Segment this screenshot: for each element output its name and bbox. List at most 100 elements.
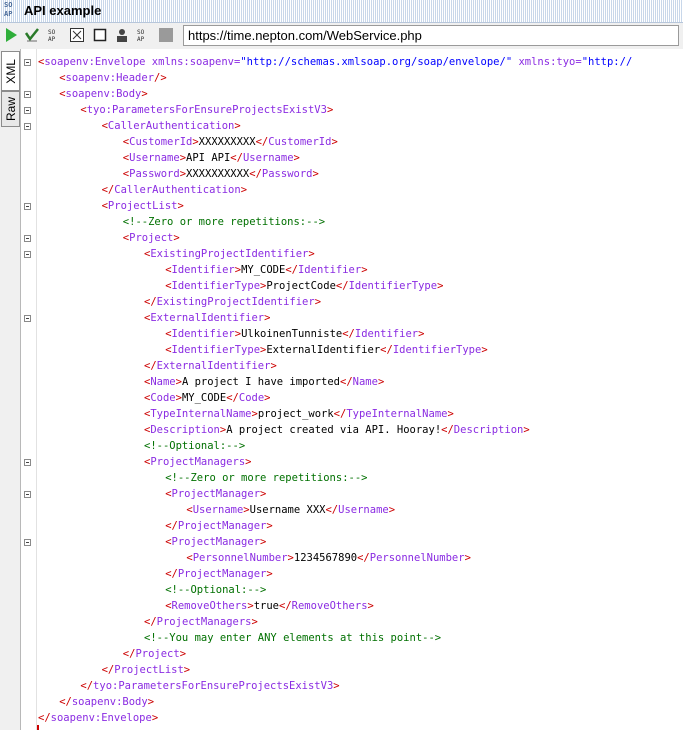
fold-toggle-icon[interactable] <box>24 539 31 546</box>
xml-bracket: </ <box>165 520 178 532</box>
code-line: <Identifier>MY_CODE</Identifier> <box>165 262 367 278</box>
run-icon[interactable] <box>3 27 19 43</box>
xml-tag-name: ProjectManager <box>171 536 261 548</box>
xml-bracket: > <box>270 360 277 372</box>
xml-tag-name: CallerAuthentication <box>107 120 235 132</box>
code-line: </ExternalIdentifier> <box>144 358 277 374</box>
xml-bracket: > <box>388 504 396 516</box>
fold-toggle-icon[interactable] <box>24 251 31 258</box>
code-line: </ProjectManager> <box>165 518 273 534</box>
xml-bracket: </ <box>165 568 178 580</box>
code-line: <Identifier>UlkoinenTunniste</Identifier… <box>165 326 424 342</box>
xml-bracket: </ <box>342 328 355 340</box>
tab-xml[interactable]: XML <box>1 51 20 91</box>
xml-tag-name: soapenv:Body <box>65 88 142 100</box>
xml-bracket: > <box>437 280 444 292</box>
xml-tag-name: ProjectManagers <box>150 456 246 468</box>
xml-bracket: > <box>147 696 155 708</box>
soap-envelope-icon[interactable]: SO AP <box>47 27 63 43</box>
xml-bracket: </ <box>325 504 339 516</box>
endpoint-url-field[interactable] <box>183 25 682 46</box>
xml-tag-name: Identifier <box>171 328 235 340</box>
tab-raw[interactable]: Raw <box>1 91 20 127</box>
xml-tag-name: ProjectList <box>107 200 178 212</box>
fold-gutter <box>21 49 34 730</box>
code-line: <!--Optional:--> <box>165 582 266 598</box>
xml-text-value: Username XXX <box>249 504 326 516</box>
xml-text-value: XXXXXXXXXX <box>186 168 250 180</box>
xml-bracket: > <box>245 456 252 468</box>
xml-tag-name: IdentifierType <box>348 280 438 292</box>
xml-bracket: > <box>308 248 315 260</box>
xml-bracket: </ <box>441 424 454 436</box>
tab-raw-label: Raw <box>3 96 18 121</box>
xml-bracket: </ <box>101 664 115 676</box>
code-line: <Description>A project created via API. … <box>144 422 530 438</box>
xml-tag-name: soapenv:Header <box>65 72 155 84</box>
xml-bracket: > <box>240 184 248 196</box>
xml-text-value: A project I have imported <box>181 376 340 388</box>
xml-text-value: ExternalIdentifier <box>266 344 381 356</box>
xml-bracket: > <box>464 552 471 564</box>
validate-icon[interactable] <box>24 27 40 43</box>
fold-toggle-icon[interactable] <box>24 203 31 210</box>
fold-toggle-icon[interactable] <box>24 59 31 66</box>
xml-tag-name: Username <box>338 504 389 516</box>
layout-icon[interactable] <box>69 27 85 43</box>
xml-tag-name: ExternalIdentifier <box>156 360 271 372</box>
xml-tag-name: Password <box>129 168 180 180</box>
gray-block-icon[interactable] <box>158 27 174 43</box>
xml-text-value: UlkoinenTunniste <box>241 328 343 340</box>
fold-toggle-icon[interactable] <box>24 315 31 322</box>
xml-tag-name: ExternalIdentifier <box>150 312 265 324</box>
xml-text-value: MY_CODE <box>181 392 227 404</box>
xml-bracket: </ <box>38 712 51 724</box>
xml-tag-name: ProjectManagers <box>156 616 252 628</box>
xml-tag-name: Project <box>135 648 180 660</box>
xml-tag-name: ProjectManager <box>177 520 267 532</box>
xml-text-value: MY_CODE <box>241 264 286 276</box>
xml-tag-name: Project <box>129 232 174 244</box>
xml-bracket: </ <box>101 184 115 196</box>
xml-bracket: > <box>179 648 187 660</box>
xml-bracket: > <box>447 408 454 420</box>
code-line: <Password>XXXXXXXXXX</Password> <box>123 166 319 182</box>
xml-tag-name: soapenv:Body <box>71 696 148 708</box>
xml-bracket: </ <box>357 552 370 564</box>
stop-icon[interactable] <box>92 27 108 43</box>
xml-bracket: </ <box>255 136 269 148</box>
auth-icon[interactable] <box>114 27 130 43</box>
code-line: <soapenv:Body> <box>59 86 148 102</box>
fold-toggle-icon[interactable] <box>24 235 31 242</box>
fold-toggle-icon[interactable] <box>24 123 31 130</box>
xml-tag-name: IdentifierType <box>171 344 261 356</box>
xml-tag-name: TypeInternalName <box>150 408 252 420</box>
code-line: <ExternalIdentifier> <box>144 310 270 326</box>
fold-toggle-icon[interactable] <box>24 91 31 98</box>
xml-editor[interactable]: <soapenv:Envelope xmlns:soapenv="http://… <box>21 49 683 730</box>
xml-tag-name: ProjectList <box>114 664 184 676</box>
code-line: <soapenv:Header/> <box>59 70 167 86</box>
xml-bracket: > <box>314 296 322 308</box>
code-line: </ProjectList> <box>102 662 191 678</box>
code-line: <!--Zero or more repetitions:--> <box>123 214 325 230</box>
fold-toggle-icon[interactable] <box>24 491 31 498</box>
xml-tag-name: RemoveOthers <box>291 600 368 612</box>
fold-toggle-icon[interactable] <box>24 459 31 466</box>
xml-tag-name: Name <box>150 376 176 388</box>
xml-bracket: > <box>151 712 159 724</box>
xml-tag-name: Description <box>453 424 524 436</box>
xml-bracket: </ <box>380 344 393 356</box>
code-line: <Username>Username XXX</Username> <box>186 502 395 518</box>
xml-tag-name: Code <box>238 392 265 404</box>
xml-tag-name: IdentifierType <box>392 344 482 356</box>
xml-tag-name: ExistingProjectIdentifier <box>156 296 315 308</box>
endpoint-url-input[interactable] <box>184 26 682 45</box>
soap-settings-icon[interactable]: SO AP <box>136 27 152 43</box>
code-line: <tyo:ParametersForEnsureProjectsExistV3> <box>80 102 333 118</box>
side-tab-strip: XML Raw <box>0 49 21 730</box>
xml-bracket: </ <box>144 360 157 372</box>
code-line: <Code>MY_CODE</Code> <box>144 390 271 406</box>
fold-toggle-icon[interactable] <box>24 107 31 114</box>
xml-tag-name: Identifier <box>297 264 362 276</box>
